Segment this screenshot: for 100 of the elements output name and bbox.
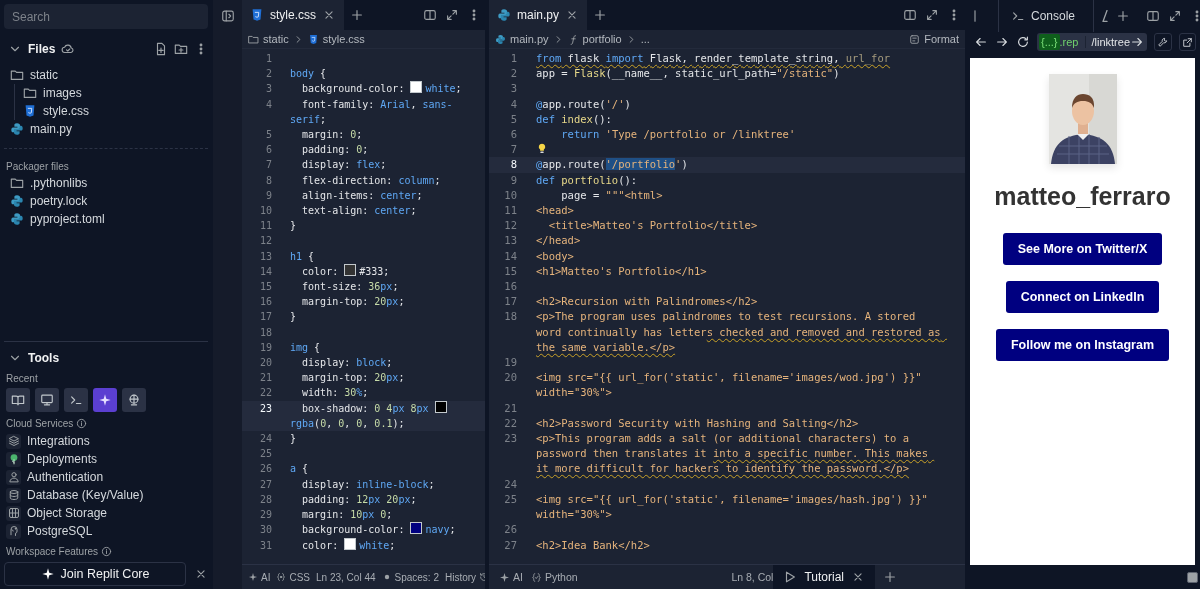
code-text: <p>The program uses palindromes to test recursions. A stored word continually has letters checked and removed and restored as the same variable.</p> bbox=[536, 310, 942, 353]
breadcrumb-item[interactable]: main.py bbox=[510, 33, 549, 45]
sidebar-toggle-icon[interactable] bbox=[220, 9, 235, 23]
color-swatch[interactable] bbox=[344, 537, 357, 550]
editor-tab[interactable]: main.py bbox=[489, 0, 588, 30]
forward-icon[interactable] bbox=[995, 35, 1009, 49]
close-icon[interactable] bbox=[194, 567, 208, 581]
line-number: 7 bbox=[509, 142, 517, 158]
split-icon[interactable] bbox=[903, 8, 917, 22]
color-swatch[interactable] bbox=[344, 263, 357, 276]
status-text[interactable]: Ln 23, Col 44 bbox=[316, 571, 376, 583]
terminal-icon bbox=[69, 393, 83, 407]
console-tab[interactable]: Console bbox=[998, 0, 1095, 32]
expand-icon[interactable] bbox=[445, 8, 459, 22]
line-number: 12 bbox=[258, 234, 272, 249]
line-number: 14 bbox=[258, 264, 272, 279]
tool-link[interactable]: Integrations bbox=[27, 434, 90, 448]
code-text: <body> bbox=[536, 249, 574, 262]
line-number: 15 bbox=[258, 280, 272, 295]
file-tree-item[interactable]: style.css bbox=[17, 102, 208, 120]
search-field[interactable]: Search bbox=[4, 4, 208, 29]
breadcrumb-item[interactable]: ... bbox=[640, 33, 650, 45]
link-button[interactable]: Connect on LinkedIn bbox=[1005, 281, 1160, 313]
tool-button[interactable] bbox=[122, 388, 146, 412]
go-icon[interactable] bbox=[1130, 35, 1145, 49]
line-number: 25 bbox=[258, 447, 272, 462]
info-icon[interactable] bbox=[76, 418, 88, 429]
plus-icon[interactable] bbox=[350, 8, 364, 22]
tool-button[interactable] bbox=[35, 388, 59, 412]
tool-link[interactable]: Authentication bbox=[27, 470, 104, 484]
status-text[interactable]: AI bbox=[513, 571, 523, 583]
tool-button[interactable] bbox=[93, 388, 117, 412]
line-number: 18 bbox=[258, 325, 272, 340]
sparkle-icon bbox=[499, 571, 510, 583]
status-text[interactable]: History bbox=[445, 571, 477, 583]
status-text[interactable]: Python bbox=[544, 571, 578, 583]
line-number: 7 bbox=[264, 158, 272, 173]
file-tree-item[interactable]: main.py bbox=[4, 120, 208, 138]
color-swatch[interactable] bbox=[434, 400, 447, 413]
section-title: Files bbox=[28, 42, 56, 56]
line-number: 8 bbox=[264, 173, 272, 188]
split-icon[interactable] bbox=[1146, 9, 1161, 23]
plus-icon[interactable] bbox=[1116, 9, 1131, 23]
tool-button[interactable] bbox=[64, 388, 88, 412]
file-tree-item[interactable]: .pythonlibs bbox=[4, 174, 208, 192]
link-button[interactable]: Follow me on Instagram bbox=[995, 329, 1170, 361]
line-number: 11 bbox=[503, 203, 517, 219]
breadcrumb-item[interactable]: style.css bbox=[322, 33, 365, 45]
status-text[interactable]: Ln 8, Col bbox=[731, 571, 774, 583]
line-number: 6 bbox=[509, 127, 517, 142]
folder-icon bbox=[10, 68, 24, 82]
code-text: font-size: 36px; bbox=[301, 281, 399, 293]
plus-icon[interactable] bbox=[883, 570, 897, 584]
panel-tab[interactable]: Tutorial bbox=[773, 565, 875, 589]
plus-icon[interactable] bbox=[593, 8, 608, 22]
line-number: 23 bbox=[503, 431, 517, 447]
status-text[interactable]: AI bbox=[261, 571, 271, 583]
link-button[interactable]: See More on Twitter/X bbox=[1002, 233, 1163, 265]
status-text[interactable]: CSS bbox=[289, 571, 310, 583]
code-text: </head> bbox=[536, 234, 581, 247]
devtools-button[interactable] bbox=[1154, 33, 1172, 51]
tool-link[interactable]: Object Storage bbox=[27, 506, 108, 520]
tool-link[interactable]: Database (Key/Value) bbox=[27, 488, 144, 502]
editor-tab[interactable]: style.css bbox=[242, 0, 344, 30]
tool-button[interactable] bbox=[6, 388, 30, 412]
line-number: 24 bbox=[258, 432, 272, 447]
css-file-icon bbox=[250, 8, 264, 22]
back-icon[interactable] bbox=[974, 35, 988, 49]
split-icon[interactable] bbox=[423, 8, 437, 22]
expand-icon[interactable] bbox=[1168, 9, 1183, 23]
file-tree-item[interactable]: pyproject.toml bbox=[4, 210, 208, 228]
format-button[interactable]: Format bbox=[924, 33, 959, 45]
monitor-icon bbox=[40, 393, 54, 407]
open-tab-button[interactable] bbox=[1178, 33, 1196, 51]
info-icon[interactable] bbox=[101, 546, 113, 557]
status-text[interactable]: Spaces: 2 bbox=[394, 571, 439, 583]
close-icon[interactable] bbox=[851, 570, 865, 584]
line-number: 4 bbox=[509, 96, 517, 112]
terminal-icon bbox=[1011, 9, 1025, 23]
square-icon[interactable] bbox=[1187, 571, 1198, 583]
breadcrumb-item[interactable]: static bbox=[263, 33, 289, 45]
expand-icon[interactable] bbox=[925, 8, 939, 22]
tab-label: Console bbox=[1031, 9, 1076, 23]
new-file-icon[interactable] bbox=[154, 42, 168, 56]
file-tree-item[interactable]: images bbox=[17, 84, 208, 102]
file-tree-item[interactable]: poetry.lock bbox=[4, 192, 208, 210]
file-tree-item[interactable]: static bbox=[4, 66, 208, 84]
new-folder-icon[interactable] bbox=[174, 42, 188, 56]
close-icon[interactable] bbox=[322, 8, 336, 22]
reload-icon[interactable] bbox=[1016, 35, 1030, 49]
code-text: <h2>Password Security with Hashing and Salting</h2> bbox=[536, 416, 859, 429]
color-swatch[interactable] bbox=[410, 522, 423, 535]
line-number: 28 bbox=[258, 492, 272, 507]
color-swatch[interactable] bbox=[410, 81, 423, 94]
breadcrumb-item[interactable]: portfolio bbox=[582, 33, 622, 45]
tool-link[interactable]: Deployments bbox=[27, 452, 98, 466]
url-field[interactable]: {...} .rep /linktree bbox=[1037, 33, 1148, 51]
lightbulb-icon[interactable] bbox=[536, 142, 548, 156]
join-button[interactable]: Join Replit Core bbox=[4, 562, 186, 586]
tool-link[interactable]: PostgreSQL bbox=[27, 524, 93, 538]
